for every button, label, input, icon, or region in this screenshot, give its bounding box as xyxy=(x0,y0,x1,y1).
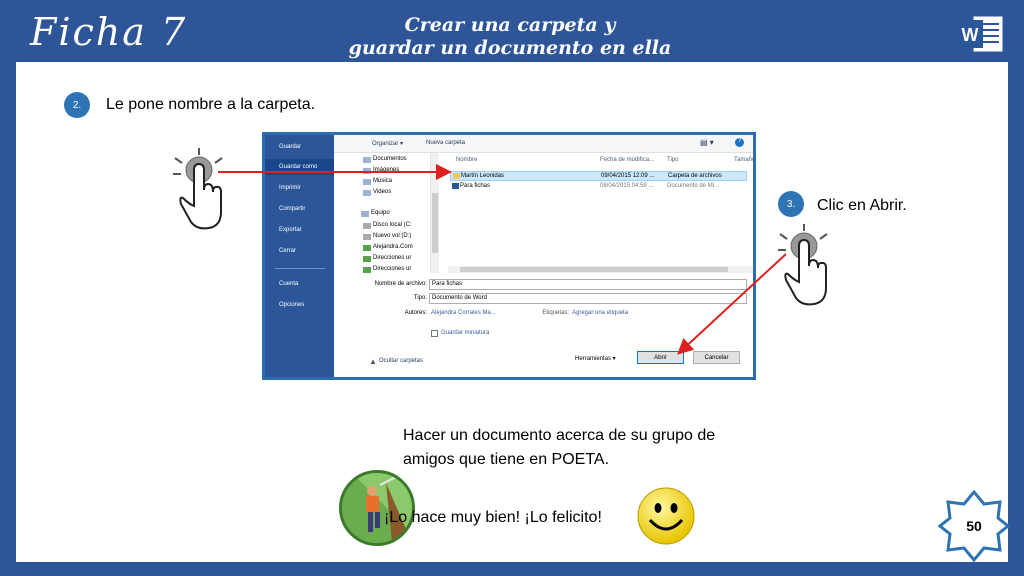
filetype-label: Tipo: xyxy=(413,295,427,301)
navigation-pane: Documentos Imágenes Música Videos Equipo… xyxy=(361,153,431,273)
page-number: 50 xyxy=(966,518,982,534)
sidebar-item-close[interactable]: Cerrar xyxy=(279,248,296,254)
sidebar-item-account[interactable]: Cuenta xyxy=(279,281,298,287)
hide-folders-link[interactable]: Ocultar carpetas xyxy=(379,358,423,364)
nav-disk-d[interactable]: Nuevo vol (D:) xyxy=(373,233,411,239)
view-options-icon[interactable]: ▤ ▾ xyxy=(700,138,714,147)
folder-icon xyxy=(453,173,460,179)
disk-c-icon xyxy=(363,223,371,229)
file-name: Martín Leonidas xyxy=(461,173,505,179)
organize-button[interactable]: Organizar ▾ xyxy=(372,140,403,147)
tags-label: Etiquetas: xyxy=(542,310,569,316)
page-title: Ficha 7 xyxy=(30,10,188,54)
file-type: Carpeta de archivos xyxy=(668,173,722,179)
smiley-face-icon xyxy=(637,487,695,545)
nav-documents[interactable]: Documentos xyxy=(373,156,407,162)
nav-scroll-thumb[interactable] xyxy=(432,193,438,253)
filename-label: Nombre de archivo: xyxy=(374,281,427,287)
word-file-icon xyxy=(452,183,459,189)
file-date: 08/04/2015 04:59 ... xyxy=(600,183,654,189)
thumbnail-label: Guardar miniatura xyxy=(441,330,490,336)
backstage-sidebar: Guardar Guardar como Imprimir Compartir … xyxy=(265,135,334,377)
sidebar-item-print[interactable]: Imprimir xyxy=(279,185,301,191)
nav-computer[interactable]: Equipo xyxy=(371,210,390,216)
nav-network-1[interactable]: Alejandra.Com xyxy=(373,244,413,250)
nav-disk-c[interactable]: Disco local (C: xyxy=(373,222,412,228)
sidebar-item-export[interactable]: Exportar xyxy=(279,227,302,233)
column-type[interactable]: Tipo xyxy=(667,157,678,163)
activity-line-2: amigos que tiene en POETA. xyxy=(403,451,610,468)
help-icon[interactable]: ? xyxy=(735,138,744,147)
sidebar-item-share[interactable]: Compartir xyxy=(279,206,305,212)
tags-value[interactable]: Agregar una etiqueta xyxy=(572,310,628,316)
pointing-hand-icon xyxy=(778,224,828,306)
documents-icon xyxy=(363,157,371,163)
step-3-text: Clic en Abrir. xyxy=(817,197,907,214)
svg-text:W: W xyxy=(962,25,979,45)
filename-input[interactable]: Para fichas xyxy=(429,279,747,290)
nav-scrollbar[interactable] xyxy=(431,153,439,273)
activity-line-1: Hacer un documento acerca de su grupo de xyxy=(403,427,716,444)
column-size[interactable]: Tamaño xyxy=(734,157,753,163)
praise-text: ¡Lo hace muy bien! ¡Lo felicito! xyxy=(384,509,602,526)
dialog-toolbar: Organizar ▾ Nueva carpeta ▤ ▾ ? xyxy=(334,135,753,153)
open-button[interactable]: Abrir xyxy=(637,351,684,364)
thumbnail-checkbox[interactable] xyxy=(431,330,438,337)
step-badge-2: 2. xyxy=(64,92,90,118)
filetype-select[interactable]: Documento de Word xyxy=(429,293,747,304)
chevron-up-icon[interactable]: ▲ xyxy=(369,357,377,366)
computer-icon xyxy=(361,211,369,217)
cancel-button[interactable]: Cancelar xyxy=(693,351,740,364)
file-name: Para fichas xyxy=(460,183,491,189)
save-as-dialog: Guardar Guardar como Imprimir Compartir … xyxy=(262,132,756,380)
nav-pictures[interactable]: Imágenes xyxy=(373,167,399,173)
tools-menu[interactable]: Herramientas ▾ xyxy=(575,355,616,362)
column-name[interactable]: Nombre xyxy=(456,157,477,163)
word-logo-icon: W xyxy=(955,12,1005,56)
file-row[interactable]: Para fichas 08/04/2015 04:59 ... Documen… xyxy=(450,182,747,192)
sidebar-divider xyxy=(275,268,325,269)
column-date[interactable]: Fecha de modifica... xyxy=(600,157,654,163)
file-date: 09/04/2015 12:09 ... xyxy=(601,173,655,179)
page-subtitle: Crear una carpeta y guardar un documento… xyxy=(290,14,730,60)
file-list-scroll-thumb[interactable] xyxy=(460,267,728,272)
subtitle-line-2: guardar un documento en ella xyxy=(348,37,672,59)
network-drive-icon xyxy=(363,245,371,251)
disk-d-icon xyxy=(363,234,371,240)
network-drive-icon xyxy=(363,267,371,273)
videos-icon xyxy=(363,190,371,196)
nav-network-3[interactable]: Direcciones ur xyxy=(373,266,411,272)
file-row-selected[interactable]: Martín Leonidas 09/04/2015 12:09 ... Car… xyxy=(450,171,747,181)
authors-label: Autores: xyxy=(404,310,427,316)
nav-network-2[interactable]: Direcciones ur xyxy=(373,255,411,261)
network-drive-icon xyxy=(363,256,371,262)
file-list-scrollbar[interactable] xyxy=(448,266,753,273)
file-type: Documento de Mi... xyxy=(667,183,720,189)
sidebar-item-save[interactable]: Guardar xyxy=(279,144,301,150)
nav-videos[interactable]: Videos xyxy=(373,189,391,195)
sidebar-item-options[interactable]: Opciones xyxy=(279,302,304,308)
file-list: Nombre Fecha de modifica... Tipo Tamaño … xyxy=(448,153,753,273)
new-folder-button[interactable]: Nueva carpeta xyxy=(426,140,465,146)
step-badge-3: 3. xyxy=(778,191,804,217)
pointing-hand-icon xyxy=(173,148,223,230)
nav-music[interactable]: Música xyxy=(373,178,392,184)
content-panel: 2. Le pone nombre a la carpeta. 3. Clic … xyxy=(16,62,1008,562)
sidebar-item-save-as[interactable]: Guardar como xyxy=(279,164,317,170)
step-2-text: Le pone nombre a la carpeta. xyxy=(106,96,316,113)
pictures-icon xyxy=(363,168,371,174)
music-icon xyxy=(363,179,371,185)
authors-value[interactable]: Alejandra Corrales Ma... xyxy=(431,310,496,316)
subtitle-line-1: Crear una carpeta y xyxy=(404,14,616,36)
